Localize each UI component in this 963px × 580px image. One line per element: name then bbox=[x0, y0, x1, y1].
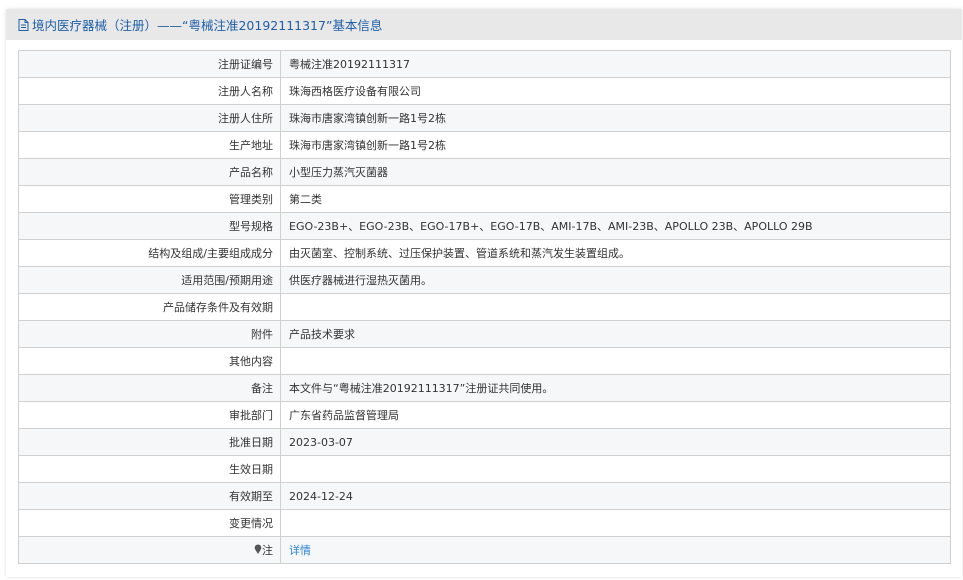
table-row: 备注 本文件与“粤械注准20192111317”注册证共同使用。 bbox=[18, 374, 951, 402]
field-value: 珠海市唐家湾镇创新一路1号2栋 bbox=[280, 131, 951, 159]
field-label: 注册人住所 bbox=[18, 104, 281, 132]
field-label: 变更情况 bbox=[18, 509, 281, 537]
table-row: 适用范围/预期用途 供医疗器械进行湿热灭菌用。 bbox=[18, 266, 951, 294]
table-row: 生效日期 bbox=[18, 455, 951, 483]
field-label: 型号规格 bbox=[18, 212, 281, 240]
table-row: 注册人名称 珠海西格医疗设备有限公司 bbox=[18, 77, 951, 105]
table-row: 批准日期 2023-03-07 bbox=[18, 428, 951, 456]
field-value: 2024-12-24 bbox=[280, 482, 951, 510]
details-link[interactable]: 详情 bbox=[289, 544, 311, 557]
field-value bbox=[280, 293, 951, 321]
field-value bbox=[280, 455, 951, 483]
table-row-note: 注 详情 bbox=[18, 536, 951, 564]
table-row: 注册人住所 珠海市唐家湾镇创新一路1号2栋 bbox=[18, 104, 951, 132]
field-label: 有效期至 bbox=[18, 482, 281, 510]
field-label: 备注 bbox=[18, 374, 281, 402]
field-value: 珠海西格医疗设备有限公司 bbox=[280, 77, 951, 105]
page-title: 境内医疗器械（注册）——“粤械注准20192111317”基本信息 bbox=[32, 18, 383, 33]
field-label: 审批部门 bbox=[18, 401, 281, 429]
table-row: 注册证编号 粤械注准20192111317 bbox=[18, 50, 951, 78]
field-label: 注册证编号 bbox=[18, 50, 281, 78]
table-row: 附件 产品技术要求 bbox=[18, 320, 951, 348]
field-label: 批准日期 bbox=[18, 428, 281, 456]
table-row: 管理类别 第二类 bbox=[18, 185, 951, 213]
info-table: 注册证编号 粤械注准20192111317 注册人名称 珠海西格医疗设备有限公司 注册人… bbox=[18, 50, 951, 564]
field-value bbox=[280, 347, 951, 375]
table-row: 有效期至 2024-12-24 bbox=[18, 482, 951, 510]
field-value: EGO-23B+、EGO-23B、EGO-17B+、EGO-17B、AMI-17… bbox=[280, 212, 951, 240]
field-label: 其他内容 bbox=[18, 347, 281, 375]
table-row: 型号规格 EGO-23B+、EGO-23B、EGO-17B+、EGO-17B、AM… bbox=[18, 212, 951, 240]
field-value: 产品技术要求 bbox=[280, 320, 951, 348]
field-value bbox=[280, 509, 951, 537]
table-row: 审批部门 广东省药品监督管理局 bbox=[18, 401, 951, 429]
field-value: 供医疗器械进行湿热灭菌用。 bbox=[280, 266, 951, 294]
field-label: 注册人名称 bbox=[18, 77, 281, 105]
field-label: 生产地址 bbox=[18, 131, 281, 159]
table-row: 结构及组成/主要组成成分 由灭菌室、控制系统、过压保护装置、管道系统和蒸汽发生装置… bbox=[18, 239, 951, 267]
field-label: 管理类别 bbox=[18, 185, 281, 213]
field-value: 珠海市唐家湾镇创新一路1号2栋 bbox=[280, 104, 951, 132]
info-card: 境内医疗器械（注册）——“粤械注准20192111317”基本信息 注册证编号粤… bbox=[6, 9, 962, 577]
field-value: 粤械注准20192111317 bbox=[280, 50, 951, 78]
card-header: 境内医疗器械（注册）——“粤械注准20192111317”基本信息 bbox=[6, 9, 962, 40]
field-label: 附件 bbox=[18, 320, 281, 348]
table-row: 变更情况 bbox=[18, 509, 951, 537]
field-value: 小型压力蒸汽灭菌器 bbox=[280, 158, 951, 186]
field-label: 产品储存条件及有效期 bbox=[18, 293, 281, 321]
field-value: 2023-03-07 bbox=[280, 428, 951, 456]
table-row: 其他内容 bbox=[18, 347, 951, 375]
field-label: 结构及组成/主要组成成分 bbox=[18, 239, 281, 267]
field-value: 第二类 bbox=[280, 185, 951, 213]
table-row: 产品名称 小型压力蒸汽灭菌器 bbox=[18, 158, 951, 186]
field-label: 注 bbox=[18, 536, 281, 564]
document-icon bbox=[18, 18, 29, 31]
field-value: 广东省药品监督管理局 bbox=[280, 401, 951, 429]
note-label: 注 bbox=[262, 544, 273, 557]
table-row: 产品储存条件及有效期 bbox=[18, 293, 951, 321]
field-label: 产品名称 bbox=[18, 158, 281, 186]
field-label: 适用范围/预期用途 bbox=[18, 266, 281, 294]
table-row: 生产地址 珠海市唐家湾镇创新一路1号2栋 bbox=[18, 131, 951, 159]
field-value: 本文件与“粤械注准20192111317”注册证共同使用。 bbox=[280, 374, 951, 402]
field-value: 由灭菌室、控制系统、过压保护装置、管道系统和蒸汽发生装置组成。 bbox=[280, 239, 951, 267]
pin-icon bbox=[254, 544, 262, 554]
field-label: 生效日期 bbox=[18, 455, 281, 483]
